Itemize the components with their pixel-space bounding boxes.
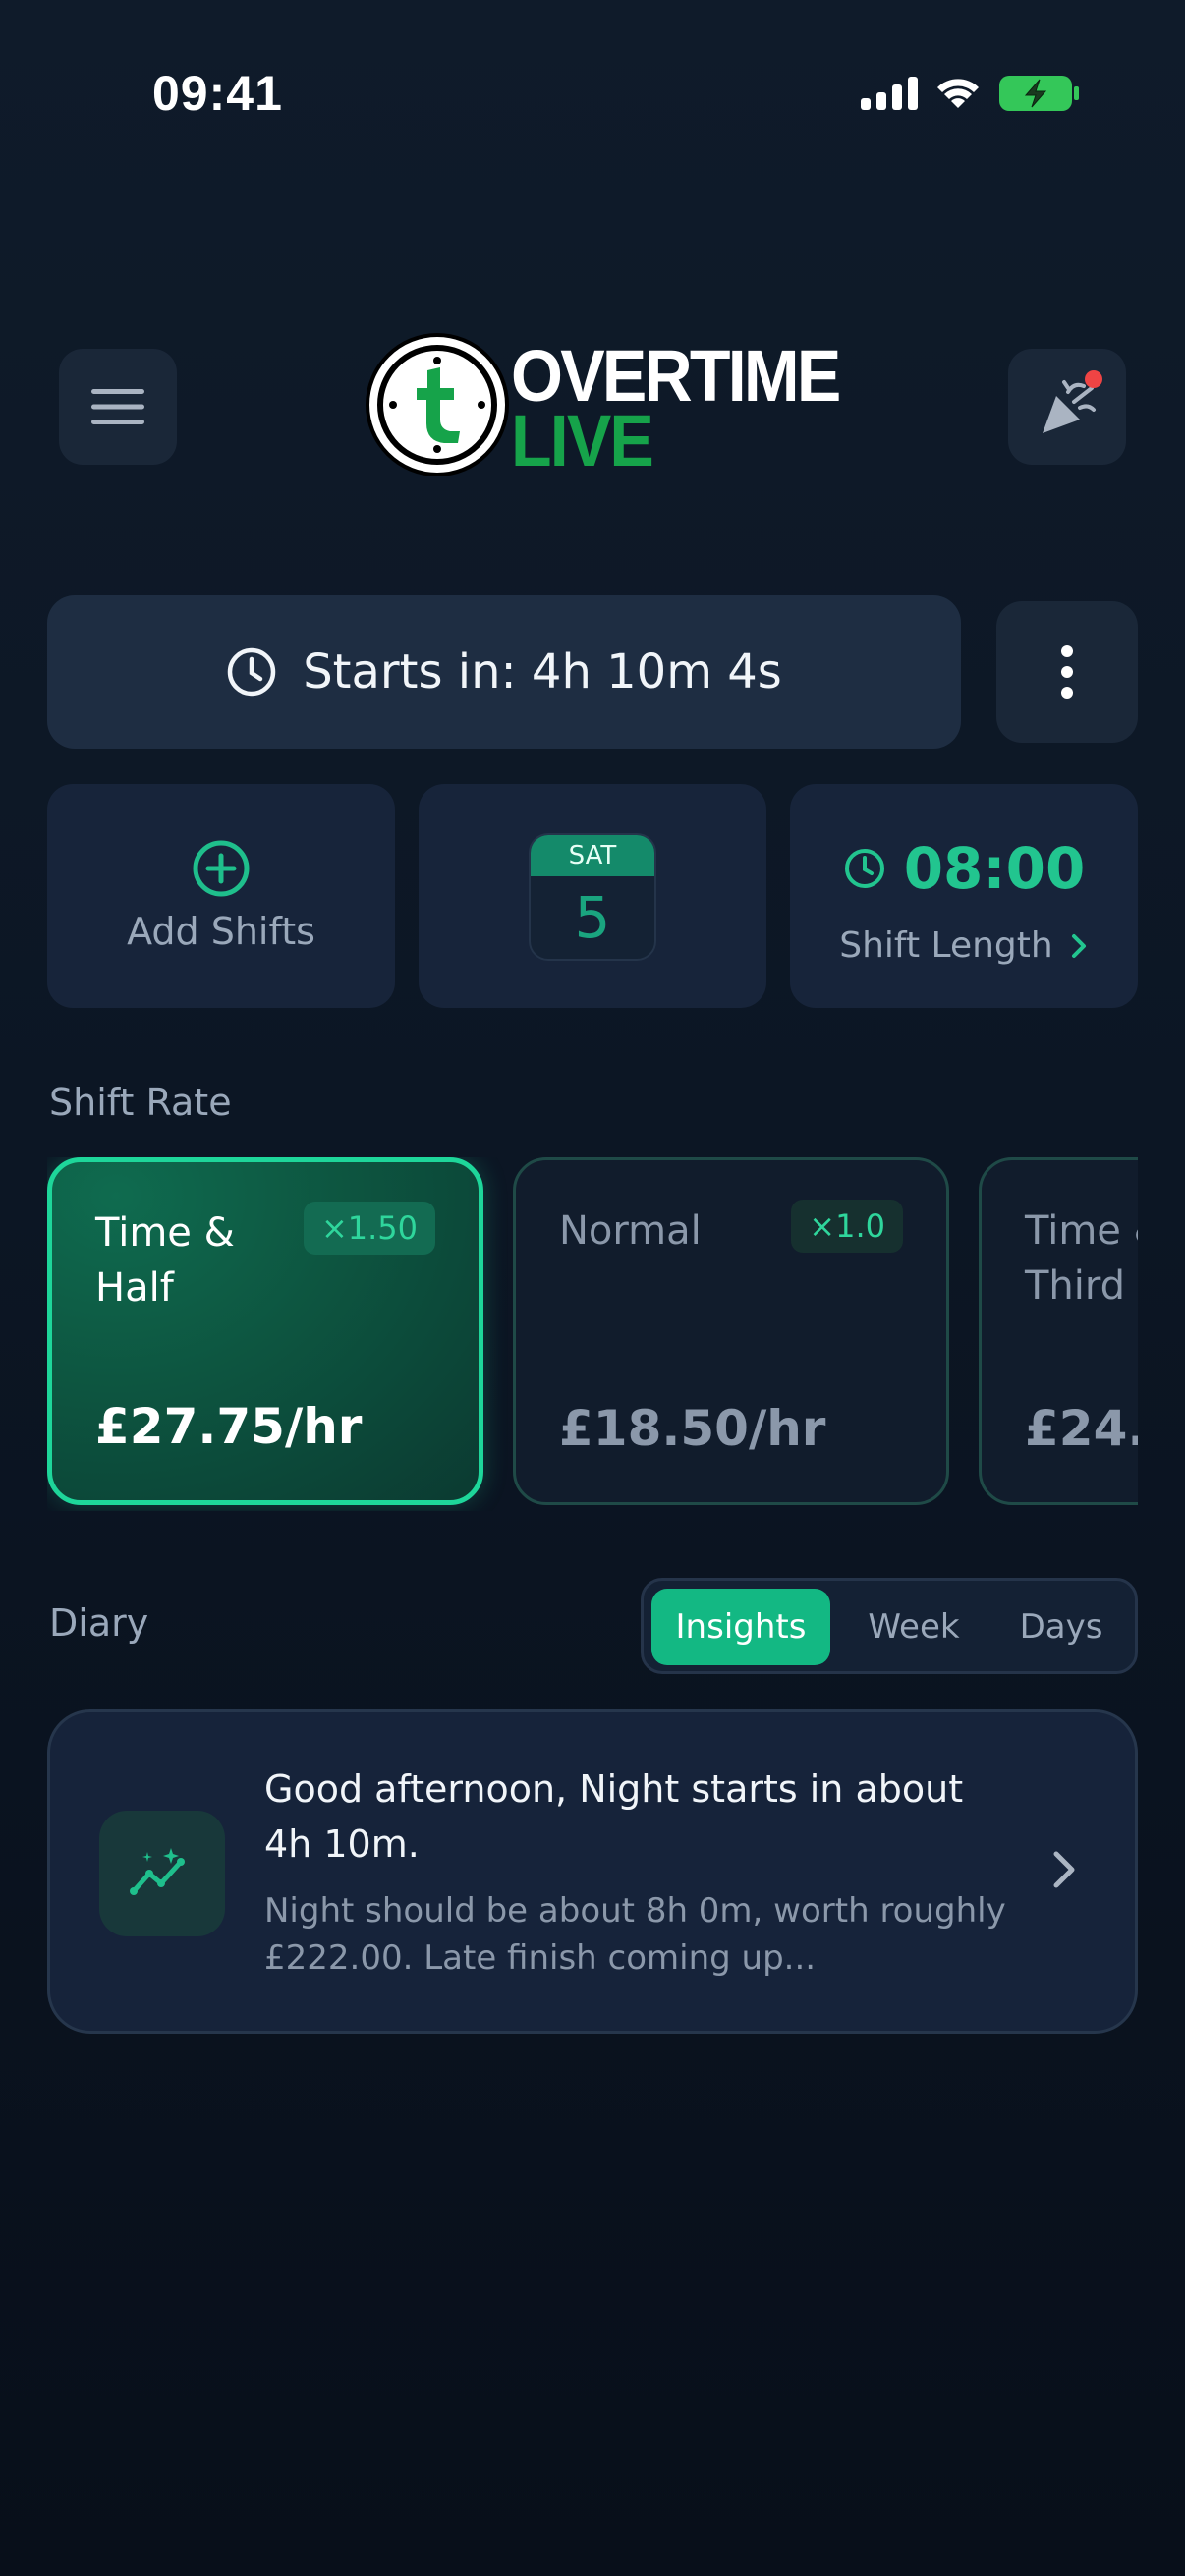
- rate-multiplier-badge: ×1.0: [791, 1200, 903, 1253]
- status-icons: [861, 75, 1081, 112]
- notification-dot: [1085, 370, 1102, 388]
- add-shifts-card[interactable]: Add Shifts: [47, 784, 395, 1008]
- tab-insights[interactable]: Insights: [651, 1589, 830, 1665]
- shift-rate-label: Shift Rate: [49, 1081, 232, 1124]
- countdown-banner[interactable]: Starts in: 4h 10m 4s: [47, 595, 961, 749]
- diary-view-switcher: Insights Week Days: [641, 1578, 1138, 1674]
- rate-card-time-and-half[interactable]: Time & Half ×1.50 £27.75/hr: [47, 1157, 483, 1505]
- logo-clock-icon: [369, 337, 505, 473]
- insight-title: Good afternoon, Night starts in about 4h…: [264, 1767, 964, 1866]
- calendar-icon: SAT 5: [529, 833, 656, 961]
- calendar-weekday: SAT: [531, 835, 654, 876]
- rate-card-time-and-third[interactable]: Time & Third £24.6: [979, 1157, 1138, 1505]
- insight-subtitle: Night should be about 8h 0m, worth rough…: [264, 1891, 1006, 1978]
- shift-length-card[interactable]: 08:00 Shift Length: [790, 784, 1138, 1008]
- shift-rate-carousel[interactable]: Time & Half ×1.50 £27.75/hr Normal ×1.0 …: [47, 1157, 1138, 1511]
- celebration-button[interactable]: [1008, 349, 1126, 465]
- countdown-text: Starts in: 4h 10m 4s: [303, 644, 782, 700]
- menu-icon: [91, 389, 144, 424]
- sparkle-chart-icon: [99, 1811, 225, 1936]
- add-shifts-label: Add Shifts: [127, 910, 315, 953]
- app-logo: OVERTIME LIVE: [369, 337, 841, 484]
- battery-charging-icon: [999, 76, 1079, 111]
- rate-price: £18.50/hr: [559, 1400, 826, 1457]
- clock-icon: [844, 849, 884, 888]
- wifi-icon: [937, 79, 979, 108]
- date-card[interactable]: SAT 5: [419, 784, 766, 1008]
- rate-name: Normal: [559, 1208, 702, 1254]
- clock-icon: [227, 647, 276, 697]
- insight-card[interactable]: Good afternoon, Night starts in about 4h…: [47, 1709, 1138, 2034]
- signal-icon: [861, 77, 918, 110]
- more-options-button[interactable]: [996, 601, 1138, 743]
- rate-price: £27.75/hr: [95, 1398, 363, 1455]
- rate-card-normal[interactable]: Normal ×1.0 £18.50/hr: [513, 1157, 949, 1505]
- chevron-right-icon: [1071, 933, 1086, 958]
- more-vertical-icon: [1061, 645, 1073, 657]
- calendar-day: 5: [574, 884, 611, 951]
- rate-price: £24.6: [1025, 1400, 1138, 1457]
- shift-length-label: Shift Length: [839, 925, 1053, 966]
- chevron-right-icon: [1053, 1851, 1075, 1888]
- plus-circle-icon: [193, 840, 250, 897]
- tab-days[interactable]: Days: [988, 1589, 1135, 1665]
- rate-multiplier-badge: ×1.50: [303, 1202, 435, 1255]
- rate-name: Time & Half: [95, 1210, 235, 1311]
- diary-label: Diary: [49, 1601, 149, 1645]
- status-time: 09:41: [152, 66, 283, 121]
- logo-text-live: LIVE: [511, 400, 654, 481]
- shift-length-value: 08:00: [903, 835, 1086, 902]
- tab-week[interactable]: Week: [840, 1589, 988, 1665]
- rate-name: Time & Third: [1025, 1208, 1138, 1309]
- menu-button[interactable]: [59, 349, 177, 465]
